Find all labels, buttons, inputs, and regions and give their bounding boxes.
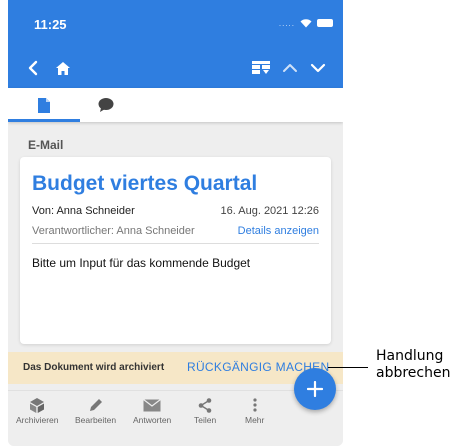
more-label: Mehr xyxy=(245,415,265,425)
add-button[interactable] xyxy=(294,368,336,410)
signal-dots: ..... xyxy=(278,18,295,28)
pencil-icon xyxy=(89,397,103,413)
share-label: Teilen xyxy=(194,415,217,425)
chevron-left-icon xyxy=(28,60,38,76)
nav-row xyxy=(8,55,343,81)
tab-comments[interactable] xyxy=(70,88,142,122)
email-body: Bitte um Input für das kommende Budget xyxy=(32,256,251,270)
snackbar-message: Das Dokument wird archiviert xyxy=(23,362,165,373)
responsible: Verantwortlicher: Anna Schneider xyxy=(32,225,195,237)
chevron-down-icon xyxy=(310,63,326,73)
callout-line-1: Handlung xyxy=(376,348,444,364)
home-icon xyxy=(56,61,70,75)
share-icon xyxy=(198,397,212,413)
archive-label: Archivieren xyxy=(16,415,59,425)
status-indicators: ..... xyxy=(279,18,333,28)
tab-bar xyxy=(8,88,343,122)
wifi-icon xyxy=(300,19,312,28)
more-button[interactable]: Mehr xyxy=(245,397,264,425)
app-bar: 11:25 ..... xyxy=(8,0,343,88)
plus-icon xyxy=(307,381,323,397)
back-button[interactable] xyxy=(22,55,44,81)
reply-mail-icon xyxy=(143,397,162,413)
bottom-toolbar: Archivieren Bearbeiten Antworten Teilen … xyxy=(8,390,343,446)
responsible-row: Verantwortlicher: Anna Schneider Details… xyxy=(32,225,319,237)
view-toggle-button[interactable] xyxy=(249,55,273,81)
callout-line-2: abbrechen xyxy=(376,365,451,381)
sender: Von: Anna Schneider xyxy=(32,205,135,217)
archive-button[interactable]: Archivieren xyxy=(16,397,59,425)
details-link[interactable]: Details anzeigen xyxy=(238,225,319,237)
more-vertical-icon xyxy=(253,397,257,413)
archive-icon xyxy=(29,397,45,413)
comment-icon xyxy=(98,97,114,112)
share-button[interactable]: Teilen xyxy=(194,397,216,425)
divider xyxy=(32,243,319,244)
reply-button[interactable]: Antworten xyxy=(133,397,171,425)
previous-button[interactable] xyxy=(278,55,302,81)
callout-label: Handlung abbrechen xyxy=(376,348,450,382)
sender-row: Von: Anna Schneider 16. Aug. 2021 12:26 xyxy=(32,205,319,217)
phone-screen: 11:25 ..... E-Mail Budget viertes Quarta… xyxy=(8,0,343,446)
status-time: 11:25 xyxy=(34,17,67,32)
reply-label: Antworten xyxy=(133,415,172,425)
section-label: E-Mail xyxy=(28,138,64,152)
email-date: 16. Aug. 2021 12:26 xyxy=(220,205,319,217)
chevron-up-icon xyxy=(283,64,297,72)
next-button[interactable] xyxy=(306,55,330,81)
home-button[interactable] xyxy=(52,55,74,81)
board-view-icon xyxy=(252,61,270,74)
callout-line xyxy=(328,367,368,368)
email-subject: Budget viertes Quartal xyxy=(32,172,258,195)
document-icon xyxy=(38,97,50,113)
battery-icon xyxy=(317,19,333,27)
edit-button[interactable]: Bearbeiten xyxy=(75,397,116,425)
email-card: Budget viertes Quartal Von: Anna Schneid… xyxy=(20,157,331,344)
edit-label: Bearbeiten xyxy=(75,415,117,425)
snackbar: Das Dokument wird archiviert RÜCKGÄNGIG … xyxy=(8,352,343,384)
